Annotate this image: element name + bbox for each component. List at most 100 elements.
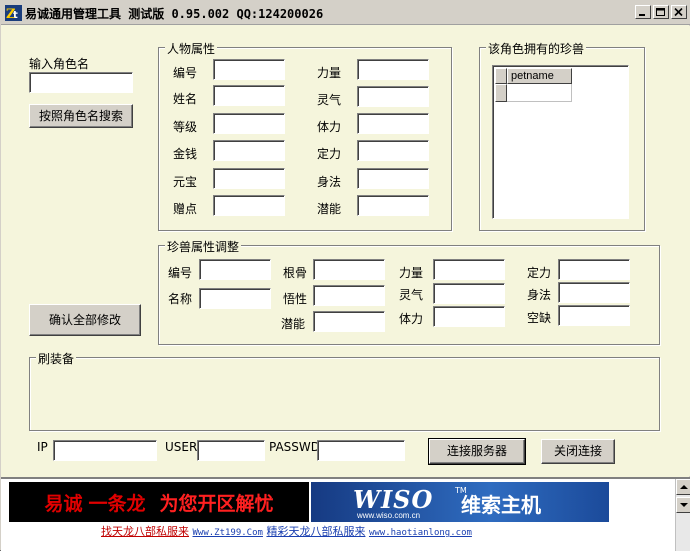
pet-name-field[interactable] (199, 288, 271, 309)
wiso-slogan: 维索主机 (461, 493, 541, 517)
title-bar[interactable]: Z t 易诚通用管理工具 测试版 0.95.002 QQ:124200026 (1, 1, 690, 25)
ad-banner: 易诚 一条龙 为您开区解忧 WISO TM www.wiso.com.cn 维索主… (1, 477, 690, 551)
scroll-down-button[interactable] (676, 497, 690, 513)
char-label-money: 金钱 (173, 147, 198, 161)
connect-server-button[interactable]: 连接服务器 (428, 438, 526, 465)
pets-group-title: 该角色拥有的珍兽 (486, 40, 587, 57)
ad-link-2-text[interactable]: 精彩天龙八部私服来 (266, 525, 365, 538)
search-by-name-button[interactable]: 按照角色名搜索 (29, 104, 133, 128)
app-icon: Z t (5, 5, 22, 21)
ad-link-2-url[interactable]: www.haotianlong.com (369, 528, 472, 538)
equipment-group: 刷装备 (29, 350, 660, 431)
pet-label-bone: 根骨 (283, 266, 308, 280)
char-label-spirit: 灵气 (317, 93, 342, 107)
pet-label-strength: 力量 (399, 266, 424, 280)
ad-wiso-banner[interactable]: WISO TM www.wiso.com.cn 维索主机 (311, 482, 609, 522)
char-agility-field[interactable] (357, 168, 429, 189)
disconnect-button[interactable]: 关闭连接 (541, 439, 615, 464)
pet-agility-field[interactable] (558, 282, 630, 303)
ad-scrollbar[interactable] (675, 479, 690, 551)
pet-potential-field[interactable] (313, 311, 385, 332)
char-label-stamina: 体力 (317, 120, 342, 134)
grid-row-header[interactable] (495, 84, 507, 102)
petname-column-header[interactable]: petname (507, 68, 572, 84)
ad-links: 找天龙八部私服来 Www.Zt199.Com 精彩天龙八部私服来 www.hao… (101, 523, 472, 539)
pet-attributes-title: 珍兽属性调整 (165, 238, 242, 255)
pets-grid[interactable]: petname (492, 65, 629, 219)
pet-stamina-field[interactable] (433, 306, 505, 327)
main-window: Z t 易诚通用管理工具 测试版 0.95.002 QQ:124200026 输… (0, 0, 690, 551)
pet-label-focus: 定力 (527, 266, 552, 280)
char-label-level: 等级 (173, 120, 198, 134)
close-icon (674, 8, 683, 17)
arrow-down-icon (680, 503, 688, 507)
role-name-input[interactable] (29, 72, 133, 93)
char-level-field[interactable] (213, 113, 285, 134)
char-focus-field[interactable] (357, 140, 429, 161)
user-label: USER (165, 440, 198, 454)
pet-label-stamina: 体力 (399, 312, 424, 326)
ad-one-dragon: 一条龙 (88, 492, 146, 515)
wiso-logo: WISO (353, 485, 434, 514)
char-label-agility: 身法 (317, 175, 342, 189)
passwd-input[interactable] (317, 440, 405, 461)
char-label-yuanbao: 元宝 (173, 175, 198, 189)
pet-spirit-field[interactable] (433, 283, 505, 304)
window-controls (635, 5, 687, 19)
char-label-focus: 定力 (317, 147, 342, 161)
svg-text:t: t (13, 10, 18, 21)
petname-cell[interactable] (507, 84, 572, 102)
char-money-field[interactable] (213, 140, 285, 161)
scroll-up-button[interactable] (676, 479, 690, 495)
char-label-potential: 潜能 (317, 202, 342, 216)
char-strength-field[interactable] (357, 59, 429, 80)
pet-focus-field[interactable] (558, 259, 630, 280)
passwd-label: PASSWD (269, 440, 321, 454)
pet-strength-field[interactable] (433, 259, 505, 280)
char-label-id: 编号 (173, 66, 198, 80)
close-button[interactable] (671, 5, 687, 19)
pet-label-spirit: 灵气 (399, 288, 424, 302)
window-title: 易诚通用管理工具 测试版 0.95.002 QQ:124200026 (25, 7, 324, 21)
pet-label-potential: 潜能 (281, 317, 306, 331)
char-bonus-field[interactable] (213, 195, 285, 216)
confirm-all-button[interactable]: 确认全部修改 (29, 304, 141, 336)
character-attributes-title: 人物属性 (165, 40, 218, 57)
ad-left-banner[interactable]: 易诚 一条龙 为您开区解忧 (9, 482, 309, 522)
char-spirit-field[interactable] (357, 86, 429, 107)
ad-brand: 易诚 (44, 492, 83, 515)
user-input[interactable] (197, 440, 265, 461)
char-stamina-field[interactable] (357, 113, 429, 134)
pet-label-empty: 空缺 (527, 311, 552, 325)
char-potential-field[interactable] (357, 195, 429, 216)
char-yuanbao-field[interactable] (213, 168, 285, 189)
equipment-group-title: 刷装备 (36, 350, 77, 367)
maximize-icon (656, 8, 665, 16)
char-label-name: 姓名 (173, 92, 198, 106)
ad-link-1-text[interactable]: 找天龙八部私服来 (101, 525, 189, 538)
maximize-button[interactable] (653, 5, 669, 19)
minimize-icon (639, 14, 645, 16)
pet-label-name: 名称 (168, 292, 193, 306)
ip-input[interactable] (53, 440, 157, 461)
char-label-strength: 力量 (317, 66, 342, 80)
ad-slogan: 为您开区解忧 (159, 492, 274, 515)
arrow-up-icon (680, 485, 688, 489)
content-area: 输入角色名 按照角色名搜索 人物属性 编号 姓名 等级 金钱 元宝 赠点 力量 … (1, 26, 690, 476)
grid-corner (495, 68, 507, 84)
char-id-field[interactable] (213, 59, 285, 80)
search-label: 输入角色名 (29, 57, 90, 71)
pet-id-field[interactable] (199, 259, 271, 280)
char-label-bonus: 赠点 (173, 202, 198, 216)
wiso-url: www.wiso.com.cn (357, 511, 421, 520)
pet-label-agility: 身法 (527, 288, 552, 302)
pet-insight-field[interactable] (313, 285, 385, 306)
ip-label: IP (37, 440, 48, 454)
ad-link-1-url[interactable]: Www.Zt199.Com (193, 528, 263, 538)
minimize-button[interactable] (635, 5, 651, 19)
pet-label-insight: 悟性 (283, 292, 308, 306)
pet-empty-field[interactable] (558, 305, 630, 326)
pet-label-id: 编号 (168, 266, 193, 280)
char-name-field[interactable] (213, 85, 285, 106)
pet-bone-field[interactable] (313, 259, 385, 280)
